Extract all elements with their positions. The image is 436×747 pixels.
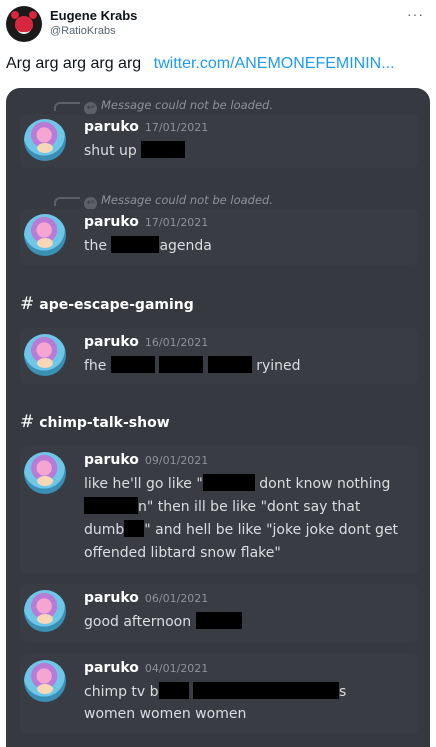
tweet-link[interactable]: twitter.com/ANEMONEFEMININ... bbox=[154, 55, 395, 72]
message-text: fhe ryined bbox=[84, 355, 402, 377]
text-segment: good afternoon bbox=[84, 614, 196, 630]
hash-icon: # bbox=[20, 412, 35, 432]
message-header: paruko 04/01/2021 bbox=[84, 660, 208, 676]
message-row: paruko 17/01/2021 shut up bbox=[20, 114, 418, 168]
redaction-bar bbox=[159, 356, 204, 373]
reply-notice: Message could not be loaded. bbox=[101, 193, 273, 207]
message-text: chimp tv b s women women women bbox=[84, 681, 402, 725]
message-row: paruko 16/01/2021 fhe ryined bbox=[20, 328, 418, 384]
reply-connector bbox=[54, 197, 80, 206]
message-text: the agenda bbox=[84, 235, 402, 257]
channel-header[interactable]: # chimp-talk-show bbox=[20, 412, 170, 432]
discord-screenshot: ↩ Message could not be loaded. paruko 17/0… bbox=[6, 88, 430, 747]
redaction-bar bbox=[111, 236, 160, 253]
channel-name: chimp-talk-show bbox=[39, 415, 170, 431]
message-date: 17/01/2021 bbox=[144, 121, 209, 134]
redaction-bar bbox=[207, 356, 252, 373]
message-date: 16/01/2021 bbox=[144, 336, 209, 349]
text-segment: the bbox=[84, 238, 112, 254]
username[interactable]: paruko bbox=[84, 119, 139, 135]
redaction-bar bbox=[84, 497, 138, 514]
redaction-bar bbox=[202, 474, 255, 491]
message-text: like he'll go like " dont know nothing n… bbox=[84, 473, 402, 565]
message-row: paruko 06/01/2021 good afternoon bbox=[20, 584, 418, 642]
reply-connector bbox=[54, 102, 80, 111]
username[interactable]: paruko bbox=[84, 214, 139, 230]
message-header: paruko 17/01/2021 bbox=[84, 214, 208, 230]
message-row: paruko 17/01/2021 the agenda bbox=[20, 209, 418, 265]
text-segment: ryined bbox=[256, 358, 301, 374]
redaction-bar bbox=[195, 612, 242, 629]
text-segment: dont know nothing bbox=[259, 476, 391, 492]
profile-avatar[interactable] bbox=[6, 6, 42, 42]
channel-name: ape-escape-gaming bbox=[39, 297, 194, 313]
user-avatar[interactable] bbox=[24, 660, 66, 702]
crab-avatar-icon bbox=[15, 16, 33, 32]
text-segment: like he'll go like " bbox=[84, 476, 203, 492]
username[interactable]: paruko bbox=[84, 452, 139, 468]
message-date: 06/01/2021 bbox=[144, 592, 209, 605]
username[interactable]: paruko bbox=[84, 660, 139, 676]
message-date: 17/01/2021 bbox=[144, 216, 209, 229]
text-segment: shut up bbox=[84, 143, 142, 159]
more-options-icon[interactable]: ··· bbox=[407, 6, 424, 22]
message-row: paruko 09/01/2021 like he'll go like " do… bbox=[20, 446, 418, 574]
reply-notice: Message could not be loaded. bbox=[101, 98, 273, 112]
message-text: shut up bbox=[84, 140, 402, 162]
tweet-body: Arg arg arg arg arg bbox=[6, 55, 142, 72]
redaction-bar bbox=[193, 682, 339, 699]
message-text: good afternoon bbox=[84, 611, 402, 633]
message-header: paruko 09/01/2021 bbox=[84, 452, 208, 468]
hash-icon: # bbox=[20, 294, 35, 314]
tweet-text: Arg arg arg arg arg twitter.com/ANEMONEF… bbox=[6, 55, 395, 73]
message-header: paruko 17/01/2021 bbox=[84, 119, 208, 135]
username[interactable]: paruko bbox=[84, 590, 139, 606]
text-segment: s bbox=[339, 684, 347, 700]
reply-reference: ↩ Message could not be loaded. bbox=[54, 193, 273, 210]
text-segment: fhe bbox=[84, 358, 111, 374]
user-avatar[interactable] bbox=[24, 334, 66, 376]
message-header: paruko 16/01/2021 bbox=[84, 334, 208, 350]
username[interactable]: paruko bbox=[84, 334, 139, 350]
user-avatar[interactable] bbox=[24, 214, 66, 256]
tweet-header: Eugene Krabs @RatioKrabs ··· bbox=[0, 0, 436, 48]
text-segment: chimp tv b bbox=[84, 684, 159, 700]
redaction-bar bbox=[158, 682, 189, 699]
display-name[interactable]: Eugene Krabs bbox=[50, 8, 137, 23]
redaction-bar bbox=[124, 520, 145, 537]
user-avatar[interactable] bbox=[24, 452, 66, 494]
message-date: 04/01/2021 bbox=[144, 662, 209, 675]
message-row: paruko 04/01/2021 chimp tv b s women women… bbox=[20, 654, 418, 734]
user-avatar[interactable] bbox=[24, 119, 66, 161]
user-avatar[interactable] bbox=[24, 590, 66, 632]
text-segment: agenda bbox=[159, 238, 212, 254]
message-header: paruko 06/01/2021 bbox=[84, 590, 208, 606]
channel-header[interactable]: # ape-escape-gaming bbox=[20, 294, 194, 314]
message-date: 09/01/2021 bbox=[144, 454, 209, 467]
user-handle[interactable]: @RatioKrabs bbox=[50, 25, 116, 37]
text-segment: women women women bbox=[84, 706, 247, 722]
reply-reference: ↩ Message could not be loaded. bbox=[54, 98, 273, 115]
redaction-bar bbox=[110, 356, 155, 373]
redaction-bar bbox=[141, 141, 186, 158]
